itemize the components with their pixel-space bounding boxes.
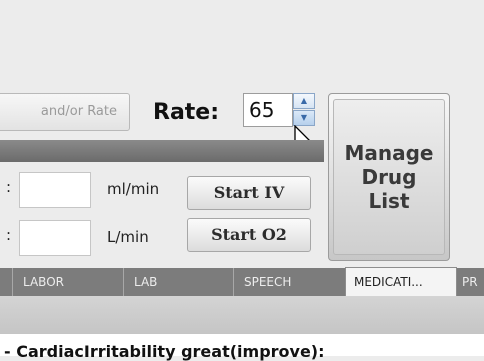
rate-label: Rate: xyxy=(153,100,220,125)
rate-spinner-up-button[interactable]: ▲ xyxy=(293,93,315,109)
tab-speech[interactable]: SPEECH xyxy=(233,268,337,296)
tab-medications[interactable]: MEDICATI... xyxy=(345,267,457,297)
set-dose-rate-button[interactable]: and/or Rate xyxy=(0,93,130,131)
section-header-bar xyxy=(0,140,324,162)
iv-colon: : xyxy=(6,178,12,196)
manage-drug-list-label: Manage Drug List xyxy=(344,141,434,213)
o2-unit-label: L/min xyxy=(107,228,149,246)
manage-drug-list-button[interactable]: Manage Drug List xyxy=(328,93,450,261)
tab-labor[interactable]: LABOR xyxy=(12,268,117,296)
content-line: - CardiacIrritability great(improve): xyxy=(4,342,325,361)
start-o2-button[interactable]: Start O2 xyxy=(187,218,311,252)
iv-rate-field[interactable] xyxy=(19,172,91,208)
chevron-down-icon: ▼ xyxy=(300,113,308,122)
rate-value: 65 xyxy=(249,98,275,122)
manage-drug-list-face: Manage Drug List xyxy=(333,99,445,255)
rate-spinner-down-button[interactable]: ▼ xyxy=(293,110,315,126)
top-panel xyxy=(0,0,484,92)
start-iv-button[interactable]: Start IV xyxy=(187,176,311,210)
chevron-up-icon: ▲ xyxy=(300,96,308,105)
toolbar-band xyxy=(0,296,484,334)
o2-colon: : xyxy=(6,226,12,244)
iv-unit-label: ml/min xyxy=(107,180,160,198)
tab-pr[interactable]: PR xyxy=(459,268,484,296)
o2-rate-field[interactable] xyxy=(19,220,91,256)
tab-lab[interactable]: LAB xyxy=(123,268,233,296)
content-area: - CardiacIrritability great(improve): xyxy=(0,334,484,361)
rate-input[interactable]: 65 xyxy=(243,93,293,127)
